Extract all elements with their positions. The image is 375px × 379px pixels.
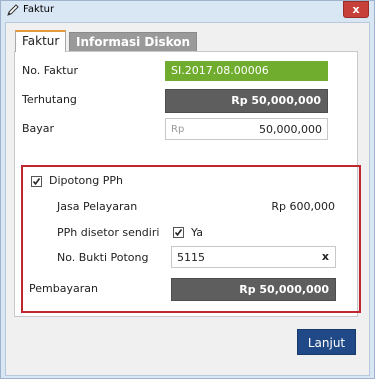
tab-informasi-diskon-label: Informasi Diskon [76, 35, 191, 49]
window-title: Faktur [23, 4, 55, 15]
bayar-currency-prefix: Rp [171, 124, 185, 135]
jasa-pelayaran-value: Rp 600,000 [271, 200, 335, 213]
checkmark-icon [32, 178, 41, 186]
pph-disetor-checkbox[interactable] [173, 227, 184, 238]
jasa-pelayaran-label: Jasa Pelayaran [57, 200, 138, 213]
faktur-panel: No. Faktur SI.2017.08.00006 Terhutang Rp… [14, 51, 361, 317]
checkmark-icon [174, 229, 183, 237]
no-faktur-field: SI.2017.08.00006 [165, 61, 328, 81]
tab-informasi-diskon[interactable]: Informasi Diskon [69, 32, 198, 52]
bayar-input[interactable]: Rp 50,000,000 [165, 118, 328, 140]
dipotong-pph-label: Dipotong PPh [49, 174, 123, 187]
pph-disetor-label: PPh disetor sendiri [57, 226, 160, 239]
lanjut-button[interactable]: Lanjut [297, 329, 356, 355]
pencil-icon [7, 4, 19, 16]
pph-disetor-option: Ya [191, 226, 203, 239]
terhutang-field: Rp 50,000,000 [165, 89, 328, 113]
dipotong-pph-checkbox[interactable] [31, 176, 42, 187]
no-bukti-potong-input[interactable]: 5115 x [171, 246, 336, 268]
tab-faktur-label: Faktur [22, 34, 60, 48]
close-button[interactable]: x [343, 1, 369, 18]
bayar-value: 50,000,000 [259, 123, 322, 136]
no-bukti-potong-value: 5115 [177, 251, 205, 264]
dialog-body: Faktur Informasi Diskon No. Faktur SI.20… [5, 22, 370, 376]
faktur-window: Faktur x Faktur Informasi Diskon No. Fak… [0, 0, 375, 379]
close-icon: x [352, 3, 360, 16]
tab-faktur[interactable]: Faktur [15, 30, 67, 52]
no-faktur-label: No. Faktur [22, 64, 78, 77]
clear-icon[interactable]: x [322, 248, 329, 266]
pembayaran-label: Pembayaran [29, 282, 98, 295]
terhutang-label: Terhutang [22, 93, 77, 106]
pph-section: Dipotong PPh Jasa Pelayaran Rp 600,000 P… [21, 165, 361, 313]
bayar-label: Bayar [22, 122, 55, 135]
pembayaran-field: Rp 50,000,000 [171, 278, 336, 301]
title-bar: Faktur x [1, 1, 374, 21]
no-bukti-potong-label: No. Bukti Potong [57, 251, 149, 264]
